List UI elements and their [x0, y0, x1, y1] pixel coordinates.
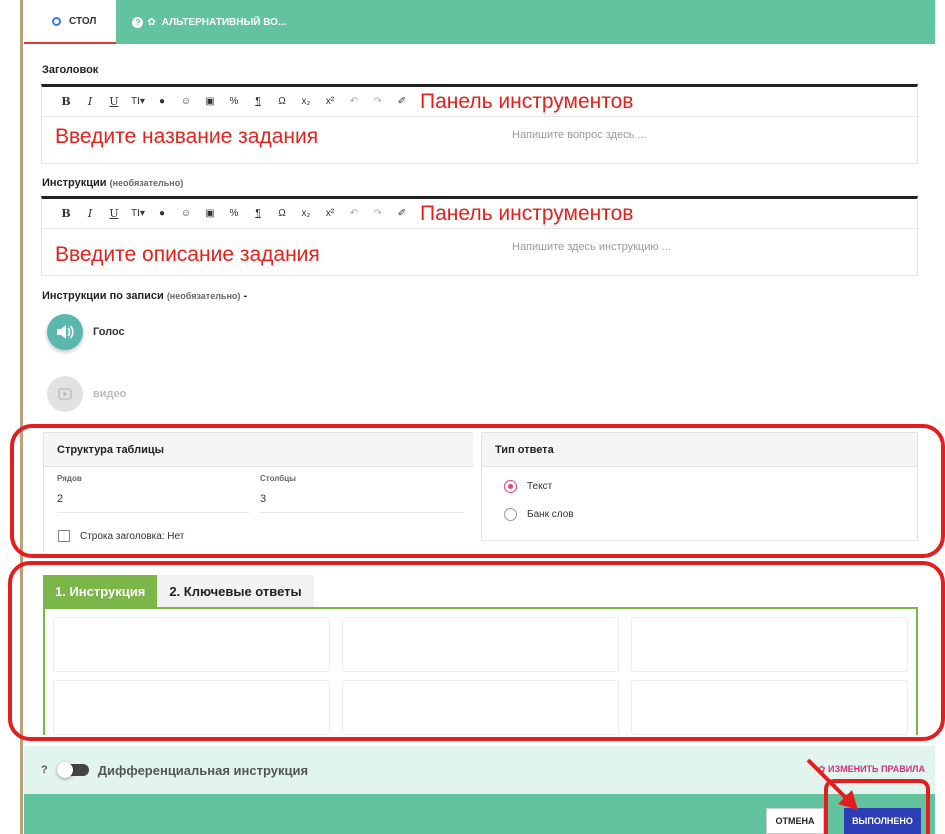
gear-icon: ✿: [147, 16, 156, 28]
annotation-outline-structure: [10, 424, 945, 558]
top-tab-bar: СТОЛ ? ✿ АЛЬТЕРНАТИВНЫЙ ВО...: [24, 0, 935, 44]
underline-icon[interactable]: U: [102, 207, 126, 220]
italic-icon[interactable]: I: [78, 207, 102, 220]
paragraph-icon[interactable]: ¶: [246, 208, 270, 219]
link-icon[interactable]: %: [222, 208, 246, 219]
instructions-section-label: Инструкции (необязательно): [42, 177, 184, 189]
link-icon[interactable]: %: [222, 96, 246, 107]
instructions-toolbar: B I U TI▾ ● ☺ ▣ % ¶ Ω x₂ x² ↶ ↷ ✐ Панель…: [42, 199, 917, 229]
speaker-icon[interactable]: [47, 314, 83, 350]
tab-table[interactable]: СТОЛ: [24, 0, 117, 44]
toolbar-annotation: Панель инструментов: [420, 201, 634, 225]
paragraph-icon[interactable]: ¶: [246, 96, 270, 107]
emoji-icon[interactable]: ☺: [174, 96, 198, 107]
voice-record[interactable]: Голос: [47, 314, 125, 350]
voice-label: Голос: [93, 326, 125, 338]
video-label: видео: [93, 388, 127, 400]
subscript-icon[interactable]: x₂: [294, 208, 318, 219]
title-section-label: Заголовок: [42, 64, 99, 76]
superscript-icon[interactable]: x²: [318, 96, 342, 107]
bold-icon[interactable]: B: [54, 207, 78, 220]
tab-alternative[interactable]: ? ✿ АЛЬТЕРНАТИВНЫЙ ВО...: [116, 0, 302, 44]
redo-icon[interactable]: ↷: [366, 208, 390, 219]
title-placeholder: Напишите вопрос здесь ...: [512, 129, 647, 141]
tab-table-label: СТОЛ: [69, 15, 97, 27]
title-input[interactable]: Введите название задания Напишите вопрос…: [42, 117, 917, 163]
bold-icon[interactable]: B: [54, 95, 78, 108]
record-section-label: Инструкции по записи (необязательно) -: [42, 290, 248, 302]
help-icon: ?: [132, 16, 144, 28]
differentiation-toggle[interactable]: [56, 762, 89, 778]
tab-alternative-label: АЛЬТЕРНАТИВНЫЙ ВО...: [161, 16, 287, 28]
differentiation-label: Дифференциальная инструкция: [97, 762, 309, 778]
annotation-arrow-icon: [806, 758, 858, 810]
instructions-input[interactable]: Введите описание задания Напишите здесь …: [42, 229, 917, 275]
video-icon: [47, 376, 83, 412]
redo-icon[interactable]: ↷: [366, 96, 390, 107]
image-icon[interactable]: ▣: [198, 208, 222, 219]
undo-icon[interactable]: ↶: [342, 208, 366, 219]
annotation-outline-grid: [8, 561, 945, 741]
help-icon[interactable]: ?: [41, 764, 48, 776]
footer-bar: ОТМЕНА ВЫПОЛНЕНО: [24, 794, 935, 834]
radio-icon: [52, 16, 61, 26]
title-editor[interactable]: B I U TI▾ ● ☺ ▣ % ¶ Ω x₂ x² ↶ ↷ ✐ Панель…: [41, 84, 918, 164]
title-toolbar: B I U TI▾ ● ☺ ▣ % ¶ Ω x₂ x² ↶ ↷ ✐ Панель…: [42, 87, 917, 117]
instructions-editor[interactable]: B I U TI▾ ● ☺ ▣ % ¶ Ω x₂ x² ↶ ↷ ✐ Панель…: [41, 196, 918, 276]
subscript-icon[interactable]: x₂: [294, 96, 318, 107]
emoji-icon[interactable]: ☺: [174, 208, 198, 219]
omega-icon[interactable]: Ω: [270, 208, 294, 219]
eraser-icon[interactable]: ✐: [390, 208, 414, 219]
text-size-icon[interactable]: TI▾: [126, 208, 150, 219]
color-drop-icon[interactable]: ●: [150, 208, 174, 219]
undo-icon[interactable]: ↶: [342, 96, 366, 107]
eraser-icon[interactable]: ✐: [390, 96, 414, 107]
title-annotation: Введите название задания: [55, 125, 319, 148]
differentiation-bar: ? Дифференциальная инструкция ✿ ИЗМЕНИТЬ…: [24, 746, 935, 794]
video-record: видео: [47, 376, 126, 412]
omega-icon[interactable]: Ω: [270, 96, 294, 107]
instructions-placeholder: Напишите здесь инструкцию ...: [512, 241, 671, 253]
underline-icon[interactable]: U: [102, 95, 126, 108]
image-icon[interactable]: ▣: [198, 96, 222, 107]
color-drop-icon[interactable]: ●: [150, 96, 174, 107]
text-size-icon[interactable]: TI▾: [126, 96, 150, 107]
italic-icon[interactable]: I: [78, 95, 102, 108]
superscript-icon[interactable]: x²: [318, 208, 342, 219]
instructions-annotation: Введите описание задания: [55, 243, 320, 266]
toolbar-annotation: Панель инструментов: [420, 89, 634, 113]
